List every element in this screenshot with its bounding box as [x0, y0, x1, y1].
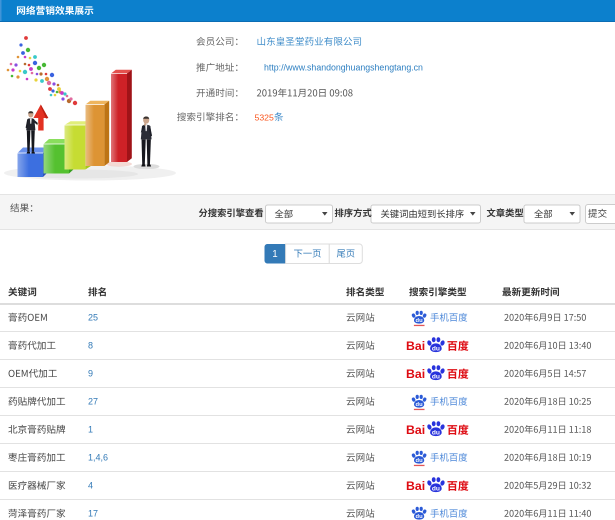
- svg-text:du: du: [432, 345, 440, 352]
- svg-text:1: 1: [88, 425, 93, 435]
- svg-text:8: 8: [88, 341, 93, 351]
- svg-text:http://www.shandonghuangshengt: http://www.shandonghuangshengtang.cn: [264, 63, 423, 73]
- svg-text:du: du: [416, 514, 424, 520]
- svg-text:du: du: [432, 429, 440, 436]
- svg-text:du: du: [416, 318, 424, 324]
- svg-text:Bai: Bai: [406, 479, 425, 493]
- svg-text:Bai: Bai: [406, 367, 425, 381]
- svg-text:1: 1: [272, 249, 277, 260]
- svg-text:27: 27: [88, 397, 98, 407]
- svg-text:25: 25: [88, 313, 98, 323]
- svg-text:17: 17: [88, 509, 98, 519]
- svg-text:Bai: Bai: [406, 423, 425, 437]
- svg-text:5325: 5325: [255, 112, 274, 122]
- svg-text:du: du: [432, 485, 440, 492]
- svg-text:9: 9: [88, 369, 93, 379]
- svg-text:du: du: [416, 458, 424, 464]
- svg-text:du: du: [416, 402, 424, 408]
- svg-text:Bai: Bai: [406, 339, 425, 353]
- svg-text:du: du: [432, 373, 440, 380]
- svg-text:1,4,6: 1,4,6: [88, 453, 108, 463]
- svg-text:4: 4: [88, 481, 93, 491]
